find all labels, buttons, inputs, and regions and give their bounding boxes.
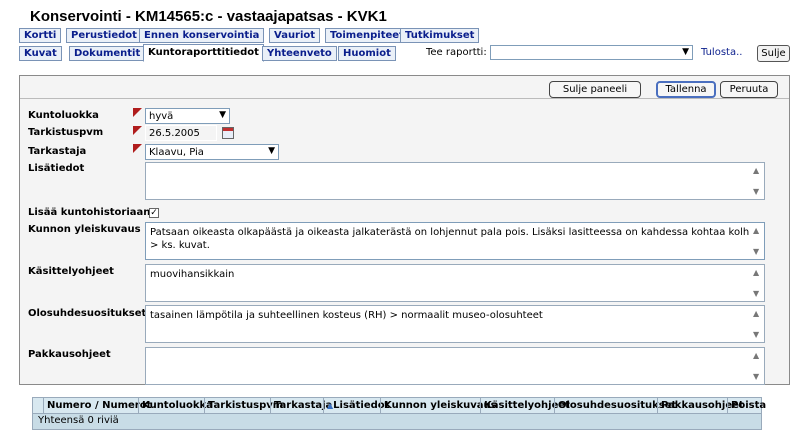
tab-dokumentit[interactable]: Dokumentit bbox=[69, 46, 146, 61]
overview-textarea[interactable]: Patsaan oikeasta olkapäästä ja oikeasta … bbox=[145, 222, 765, 260]
tab-perustiedot[interactable]: Perustiedot bbox=[66, 28, 142, 43]
scroll-down-icon: ▼ bbox=[753, 330, 760, 339]
condition-report-panel: Sulje paneeli Tallenna Peruuta Kuntoluok… bbox=[19, 75, 790, 385]
inspector-select[interactable]: Klaavu, Pia ▼ bbox=[145, 144, 279, 160]
column-selector bbox=[32, 398, 41, 413]
tab-kortti[interactable]: Kortti bbox=[19, 28, 62, 43]
scroll-up-icon: ▲ bbox=[753, 351, 760, 360]
overview-label: Kunnon yleiskuvaus bbox=[28, 224, 141, 235]
tab-yhteenveto[interactable]: Yhteenveto bbox=[262, 46, 337, 61]
table-header: Numero / Numerot Kuntoluokka Tarkistuspv… bbox=[32, 397, 766, 414]
tab-ennen-konservointia[interactable]: Ennen konservointia bbox=[139, 28, 265, 43]
table-footer: Yhteensä 0 riviä bbox=[32, 414, 762, 430]
packing-label: Pakkausohjeet bbox=[28, 349, 111, 360]
inspector-value: Klaavu, Pia bbox=[149, 147, 204, 158]
inspector-label: Tarkastaja bbox=[28, 146, 87, 157]
scroll-up-icon: ▲ bbox=[753, 309, 760, 318]
column-header-kuntoluokka[interactable]: Kuntoluokka bbox=[138, 398, 213, 413]
environment-textarea[interactable]: tasainen lämpötila ja suhteellinen koste… bbox=[145, 305, 765, 343]
close-button[interactable]: Sulje bbox=[757, 45, 790, 62]
inspection-date-label: Tarkistuspvm bbox=[28, 127, 104, 138]
column-header-poista[interactable]: Poista bbox=[727, 398, 766, 413]
scroll-up-icon: ▲ bbox=[753, 166, 760, 175]
scroll-up-icon: ▲ bbox=[753, 268, 760, 277]
scrollbar[interactable]: ▲ ▼ bbox=[750, 306, 764, 342]
overview-value: Patsaan oikeasta olkapäästä ja oikeasta … bbox=[150, 227, 756, 251]
report-label: Tee raportti: bbox=[426, 47, 487, 58]
required-marker bbox=[133, 126, 142, 135]
column-header-lisatiedot[interactable]: ▲Lisätiedot bbox=[323, 398, 389, 413]
tab-tutkimukset[interactable]: Tutkimukset bbox=[400, 28, 480, 43]
environment-label: Olosuhdesuositukset bbox=[28, 308, 147, 319]
history-table: Numero / Numerot Kuntoluokka Tarkistuspv… bbox=[32, 397, 766, 430]
chevron-down-icon: ▼ bbox=[219, 110, 226, 120]
add-history-label: Lisää kuntohistoriaan bbox=[28, 207, 151, 218]
scrollbar[interactable]: ▲ ▼ bbox=[750, 348, 764, 384]
scrollbar[interactable]: ▲ ▼ bbox=[750, 223, 764, 259]
chevron-down-icon: ▼ bbox=[268, 146, 275, 156]
add-history-checkbox[interactable]: ✓ bbox=[149, 208, 159, 218]
calendar-icon[interactable] bbox=[222, 127, 234, 139]
scroll-down-icon: ▼ bbox=[753, 247, 760, 256]
inspection-date-value: 26.5.2005 bbox=[149, 128, 200, 139]
scroll-down-icon: ▼ bbox=[753, 372, 760, 381]
handling-label: Käsittelyohjeet bbox=[28, 266, 114, 277]
additional-info-textarea[interactable]: ▲ ▼ bbox=[145, 162, 765, 200]
chevron-down-icon: ▼ bbox=[682, 47, 689, 57]
tab-vauriot[interactable]: Vauriot bbox=[269, 28, 321, 43]
handling-value: muovihansikkain bbox=[150, 269, 235, 280]
required-marker bbox=[133, 108, 142, 117]
inspection-date-field[interactable]: 26.5.2005 bbox=[145, 125, 217, 141]
scrollbar[interactable]: ▲ ▼ bbox=[750, 163, 764, 199]
save-button[interactable]: Tallenna bbox=[656, 81, 716, 98]
column-header-numero[interactable]: Numero / Numerot bbox=[43, 398, 151, 413]
window-title: Konservointi - KM14565:c - vastaajapatsa… bbox=[30, 8, 387, 25]
scrollbar[interactable]: ▲ ▼ bbox=[750, 265, 764, 301]
required-marker bbox=[133, 144, 142, 153]
condition-class-label: Kuntoluokka bbox=[28, 110, 99, 121]
tab-kuntoraporttitiedot[interactable]: Kuntoraporttitiedot bbox=[143, 44, 264, 62]
panel-toolbar: Sulje paneeli Tallenna Peruuta bbox=[20, 76, 789, 99]
handling-textarea[interactable]: muovihansikkain ▲ ▼ bbox=[145, 264, 765, 302]
close-panel-button[interactable]: Sulje paneeli bbox=[549, 81, 641, 98]
tab-huomiot[interactable]: Huomiot bbox=[338, 46, 396, 61]
packing-textarea[interactable]: ▲ ▼ bbox=[145, 347, 765, 385]
scroll-down-icon: ▼ bbox=[753, 289, 760, 298]
tab-toimenpiteet[interactable]: Toimenpiteet bbox=[325, 28, 409, 43]
condition-class-select[interactable]: hyvä ▼ bbox=[145, 108, 230, 124]
additional-info-label: Lisätiedot bbox=[28, 163, 85, 174]
scroll-down-icon: ▼ bbox=[753, 187, 760, 196]
environment-value: tasainen lämpötila ja suhteellinen koste… bbox=[150, 310, 543, 321]
tab-kuvat[interactable]: Kuvat bbox=[19, 46, 62, 61]
cancel-button[interactable]: Peruuta bbox=[720, 81, 778, 98]
condition-class-value: hyvä bbox=[149, 111, 174, 122]
report-select[interactable]: ▼ bbox=[490, 45, 693, 60]
scroll-up-icon: ▲ bbox=[753, 226, 760, 235]
print-link[interactable]: Tulosta.. bbox=[701, 47, 742, 58]
